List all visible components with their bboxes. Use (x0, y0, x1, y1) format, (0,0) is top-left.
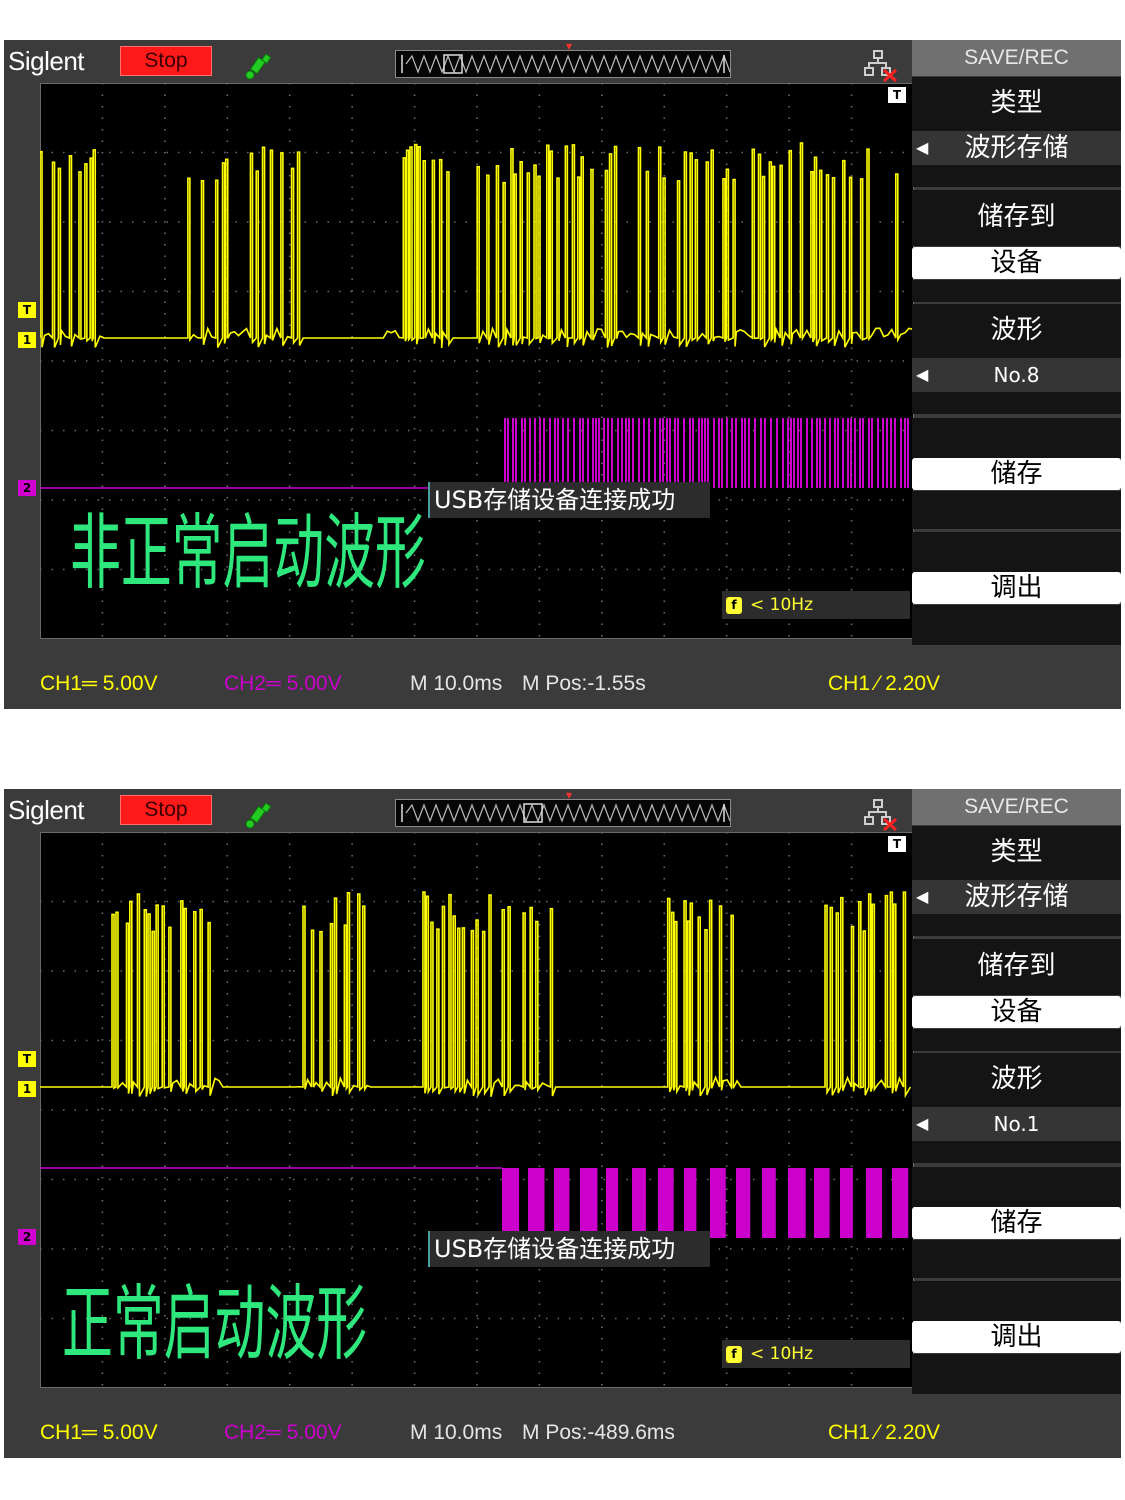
run-stop-indicator[interactable]: Stop (120, 795, 212, 825)
select-arrow-icon: ◀ (916, 1114, 929, 1133)
trigger-level-marker[interactable]: T (18, 1051, 36, 1067)
menu-spacer (912, 1141, 1121, 1163)
menu-save-button[interactable]: 储存 (912, 458, 1121, 490)
menu-wave-label[interactable]: 波形 (912, 1053, 1121, 1107)
ch2-offset-marker[interactable]: 2 (18, 480, 36, 496)
memory-overview-bar[interactable] (395, 799, 731, 827)
memory-overview-bar[interactable] (395, 50, 731, 78)
menu-spacer (912, 418, 1121, 458)
trigger-position-marker[interactable]: T (888, 836, 906, 852)
menu-wave-label[interactable]: 波形 (912, 304, 1121, 358)
run-stop-indicator[interactable]: Stop (120, 46, 212, 76)
memory-position: M Pos:-1.55s (522, 672, 646, 695)
menu-save-button[interactable]: 储存 (912, 1207, 1121, 1239)
overview-waveform (401, 803, 730, 823)
brand-logo: Siglent (8, 46, 85, 76)
menu-spacer (912, 1281, 1121, 1321)
menu-wave-number[interactable]: ◀ No.8 (912, 358, 1121, 392)
menu-spacer (912, 1029, 1121, 1051)
menu-type-value[interactable]: ◀ 波形存储 (912, 131, 1121, 165)
menu-save-to-label[interactable]: 储存到 (912, 190, 1121, 246)
ch2-scale: CH2═ 5.00V (224, 672, 342, 695)
menu-spacer (912, 1354, 1121, 1394)
menu-save-to-device[interactable]: 设备 (912, 247, 1121, 279)
menu-wave-number-text: No.1 (993, 1112, 1040, 1136)
save-rec-menu: SAVE/REC 类型 ◀ 波形存储 储存到 设备 波形 ◀ No.8 储存 调出 (912, 40, 1121, 650)
scope-screen-abnormal: Siglent Stop ▾ 非正常启动波形 USB存储设备连接成功 f < 10… (4, 40, 1121, 709)
brand-logo: Siglent (8, 795, 85, 825)
menu-recall-button[interactable]: 调出 (912, 572, 1121, 604)
menu-recall-button[interactable]: 调出 (912, 1321, 1121, 1353)
menu-title: SAVE/REC (912, 789, 1121, 825)
save-rec-menu: SAVE/REC 类型 ◀ 波形存储 储存到 设备 波形 ◀ No.1 储存 调出 (912, 789, 1121, 1399)
menu-type-value[interactable]: ◀ 波形存储 (912, 880, 1121, 914)
menu-spacer (912, 1167, 1121, 1207)
scope-screen-normal: Siglent Stop ▾ 正常启动波形 USB存储设备连接成功 f < 10H… (4, 789, 1121, 1458)
menu-spacer (912, 1240, 1121, 1278)
select-arrow-icon: ◀ (916, 138, 929, 157)
timebase: M 10.0ms (410, 1421, 503, 1444)
menu-spacer (912, 605, 1121, 645)
menu-spacer (912, 914, 1121, 936)
menu-title: SAVE/REC (912, 40, 1121, 76)
menu-wave-number[interactable]: ◀ No.1 (912, 1107, 1121, 1141)
menu-spacer (912, 532, 1121, 572)
menu-spacer (912, 392, 1121, 414)
network-disconnected-icon (864, 50, 898, 82)
ch2-scale: CH2═ 5.00V (224, 1421, 342, 1444)
timebase: M 10.0ms (410, 672, 503, 695)
f-counter-icon: f (726, 596, 742, 614)
trigger-position-marker[interactable]: T (888, 87, 906, 103)
ch1-scale: CH1═ 5.00V (40, 1421, 158, 1444)
select-arrow-icon: ◀ (916, 887, 929, 906)
menu-spacer (912, 165, 1121, 187)
overview-trigger-marker: ▾ (566, 788, 573, 802)
trigger-level-marker[interactable]: T (18, 302, 36, 318)
menu-save-to-device[interactable]: 设备 (912, 996, 1121, 1028)
overview-trigger-marker: ▾ (566, 39, 573, 53)
frequency-value: < 10Hz (750, 595, 813, 615)
network-disconnected-icon (864, 799, 898, 831)
menu-save-to-label[interactable]: 储存到 (912, 939, 1121, 995)
menu-type-value-text: 波形存储 (964, 882, 1069, 912)
usb-icon (245, 802, 272, 829)
menu-wave-number-text: No.8 (993, 363, 1040, 387)
overview-waveform (401, 54, 730, 74)
usb-icon (245, 53, 272, 80)
frequency-value: < 10Hz (750, 1344, 813, 1364)
select-arrow-icon: ◀ (916, 365, 929, 384)
waveform-grid[interactable]: 非正常启动波形 USB存储设备连接成功 f < 10Hz (40, 83, 914, 639)
waveform-caption: 非正常启动波形 (70, 506, 426, 601)
menu-spacer (912, 280, 1121, 302)
usb-connected-notice: USB存储设备连接成功 (428, 1231, 710, 1267)
frequency-counter: f < 10Hz (722, 1340, 910, 1368)
waveform-grid[interactable]: 正常启动波形 USB存储设备连接成功 f < 10Hz (40, 832, 914, 1388)
usb-connected-notice: USB存储设备连接成功 (428, 482, 710, 518)
memory-position: M Pos:-489.6ms (522, 1421, 675, 1444)
ch2-offset-marker[interactable]: 2 (18, 1229, 36, 1245)
frequency-counter: f < 10Hz (722, 591, 910, 619)
ch1-offset-marker[interactable]: 1 (18, 1081, 36, 1097)
waveform-caption: 正常启动波形 (62, 1277, 368, 1372)
menu-type-value-text: 波形存储 (964, 133, 1069, 163)
ch1-scale: CH1═ 5.00V (40, 672, 158, 695)
trigger-status: CH1 ⁄ 2.20V (828, 1421, 941, 1444)
menu-spacer (912, 491, 1121, 529)
menu-type-label[interactable]: 类型 (912, 826, 1121, 880)
trigger-status: CH1 ⁄ 2.20V (828, 672, 941, 695)
ch1-offset-marker[interactable]: 1 (18, 332, 36, 348)
menu-type-label[interactable]: 类型 (912, 77, 1121, 131)
f-counter-icon: f (726, 1345, 742, 1363)
